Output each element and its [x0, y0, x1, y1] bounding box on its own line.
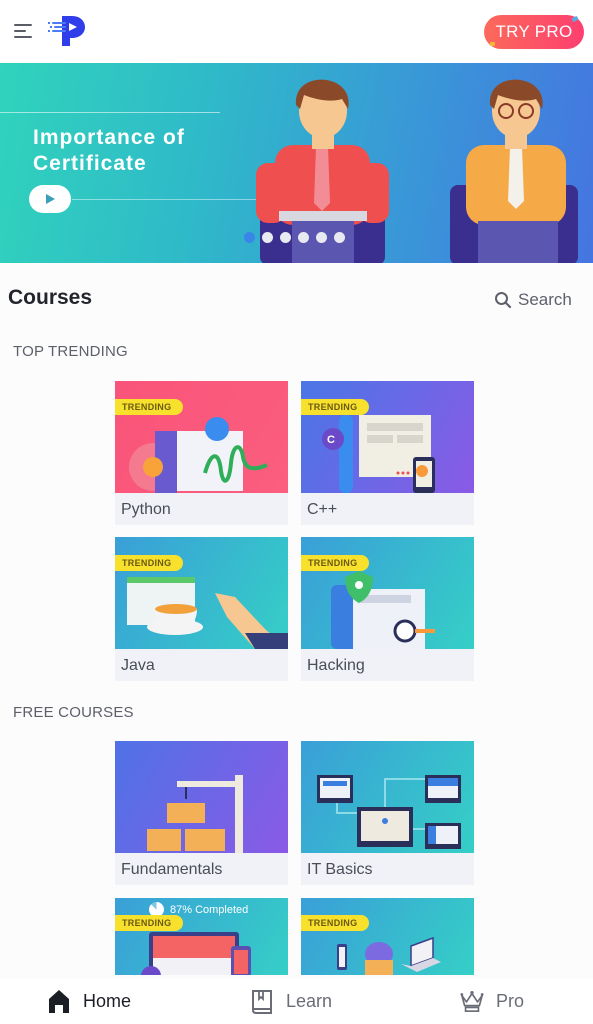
- nav-label: Home: [83, 990, 132, 1011]
- course-name: Python: [121, 501, 171, 518]
- carousel-dot[interactable]: [280, 232, 291, 243]
- promo-banner-carousel[interactable]: Importance of Certificate: [0, 63, 593, 263]
- play-button[interactable]: [29, 185, 71, 213]
- courses-heading: Courses: [8, 286, 93, 309]
- trending-badge: TRENDING: [115, 915, 184, 931]
- hamburger-menu-icon[interactable]: [14, 22, 36, 40]
- trending-badge: TRENDING: [301, 915, 370, 931]
- course-thumbnail: TRENDING: [115, 537, 288, 649]
- nav-label: Learn: [286, 990, 333, 1011]
- play-icon: [46, 194, 55, 204]
- trending-badge: TRENDING: [301, 399, 370, 415]
- search-button[interactable]: Search: [494, 290, 572, 310]
- banner-title-line: Importance of: [33, 126, 185, 149]
- course-thumbnail: TRENDING: [115, 381, 288, 493]
- progress-text: 87% Completed: [170, 903, 249, 916]
- course-name: C++: [307, 501, 338, 518]
- course-card-cpp[interactable]: C TRENDING C++: [301, 381, 474, 525]
- section-label-top-trending: TOP TRENDING: [13, 343, 128, 360]
- nav-tab-learn[interactable]: Learn: [250, 988, 332, 1014]
- banner-title: Importance of Certificate: [33, 125, 185, 177]
- banner-decor-line: [72, 199, 262, 200]
- try-pro-button[interactable]: TRY PRO: [484, 15, 584, 49]
- course-thumbnail: TRENDING: [301, 898, 474, 975]
- cpp-illustration: C: [322, 415, 435, 493]
- carousel-dot[interactable]: [244, 232, 255, 243]
- search-label: Search: [518, 290, 572, 309]
- course-card-fundamentals[interactable]: Fundamentals: [115, 741, 288, 885]
- course-thumbnail: 87% Completed TRENDING: [115, 898, 288, 975]
- course-card-hacking[interactable]: TRENDING Hacking: [301, 537, 474, 681]
- trending-badge: TRENDING: [115, 555, 184, 571]
- python-illustration: [129, 417, 268, 493]
- course-name: IT Basics: [307, 861, 373, 878]
- course-name: Fundamentals: [121, 861, 223, 878]
- devices-illustration: [337, 936, 441, 975]
- carousel-dot[interactable]: [262, 232, 273, 243]
- search-icon: [495, 292, 512, 309]
- java-illustration: [127, 577, 288, 649]
- course-card-it-basics[interactable]: IT Basics: [301, 741, 474, 885]
- hacking-illustration: [331, 571, 435, 649]
- crown-icon: [460, 991, 484, 1012]
- course-card-devices[interactable]: TRENDING: [301, 898, 474, 975]
- top-app-bar: TRY PRO: [0, 0, 593, 63]
- nav-tab-pro[interactable]: Pro: [460, 988, 524, 1014]
- nav-tab-home[interactable]: Home: [47, 988, 131, 1014]
- bottom-navigation: Home Learn Pro: [0, 978, 593, 1024]
- banner-title-line: Certificate: [33, 152, 147, 175]
- fundamentals-illustration: [147, 775, 243, 853]
- svg-text:C: C: [327, 434, 335, 446]
- course-name: Java: [121, 657, 155, 674]
- section-label-free-courses: FREE COURSES: [13, 704, 134, 721]
- carousel-dot[interactable]: [298, 232, 309, 243]
- carousel-dot[interactable]: [316, 232, 327, 243]
- course-thumbnail: [301, 741, 474, 853]
- banner-decor-line: [0, 112, 220, 113]
- course-card-python[interactable]: TRENDING Python: [115, 381, 288, 525]
- illustration-person-orange-shirt: [450, 79, 578, 263]
- it-basics-illustration: [317, 775, 461, 849]
- app-root: TRY PRO Importance of Certificate Course…: [0, 0, 593, 1024]
- course-thumbnail: TRENDING: [301, 537, 474, 649]
- book-icon: [252, 990, 272, 1014]
- course-thumbnail: [115, 741, 288, 853]
- trending-badge: TRENDING: [301, 555, 370, 571]
- home-icon: [49, 990, 69, 1013]
- trending-badge: TRENDING: [115, 399, 184, 415]
- course-thumbnail: C TRENDING: [301, 381, 474, 493]
- brand-logo-icon[interactable]: [48, 14, 86, 48]
- course-name: Hacking: [307, 657, 365, 674]
- carousel-dot[interactable]: [334, 232, 345, 243]
- carousel-pagination: [244, 232, 345, 243]
- nav-label: Pro: [496, 990, 525, 1011]
- course-card-java[interactable]: TRENDING Java: [115, 537, 288, 681]
- course-card-web[interactable]: 87% Completed TRENDING: [115, 898, 288, 975]
